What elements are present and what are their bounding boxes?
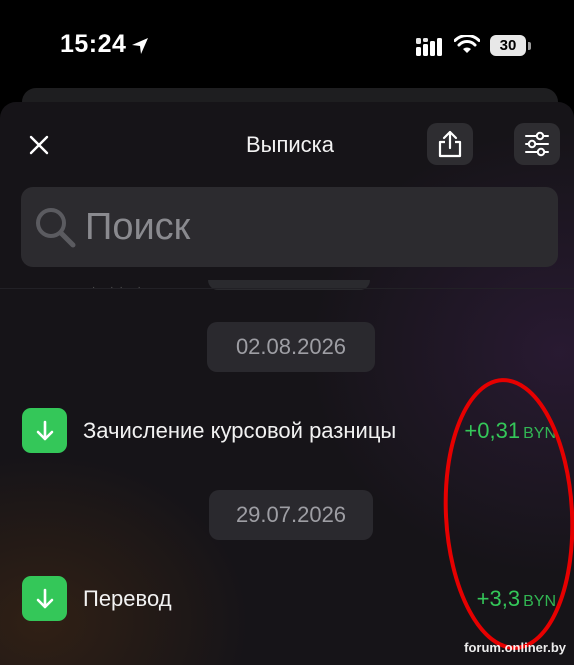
battery-indicator: 30 [490,35,526,56]
status-bar: 15:24 30 [0,0,574,90]
transaction-title: Перевод [83,586,172,611]
status-time: 15:24 [60,30,127,58]
date-separator: 02.08.2026 [207,322,375,372]
transaction-title: Зачисление курсовой разницы [83,418,397,443]
screen: 15:24 30 Выписка Поиск 02.08.2026 Зачисл… [0,0,574,665]
amount-currency: BYN [523,425,556,442]
filter-icon [525,131,549,157]
share-icon [438,130,462,158]
wifi-icon [454,35,480,53]
search-input[interactable] [85,197,525,257]
transaction-row[interactable]: Перевод +3,3 BYN [0,576,574,624]
transaction-amount: +0,31 BYN [464,418,556,444]
transaction-amount: +3,3 BYN [477,586,556,612]
watermark: forum.onliner.by [464,640,566,655]
amount-value: +0,31 [464,418,521,443]
amount-currency: BYN [523,593,556,610]
page-title: Выписка [245,132,335,157]
share-button[interactable] [427,123,473,165]
arrow-down-icon [36,588,53,608]
sheet-header: Выписка [0,102,574,267]
battery-cap [528,42,531,50]
amount-value: +3,3 [476,586,521,611]
arrow-down-icon [36,420,53,440]
search-box[interactable] [21,187,558,267]
location-arrow-icon [132,38,148,54]
filter-button[interactable] [514,123,560,165]
income-badge [22,408,67,453]
signal-icon [416,38,442,56]
transaction-row[interactable]: Зачисление курсовой разницы +0,31 BYN [0,408,574,456]
header-divider [0,288,574,289]
date-separator: 29.07.2026 [209,490,373,540]
search-icon [36,208,76,248]
income-badge [22,576,67,621]
statement-sheet: Выписка Поиск 02.08.2026 Зачисление курс… [0,102,574,665]
